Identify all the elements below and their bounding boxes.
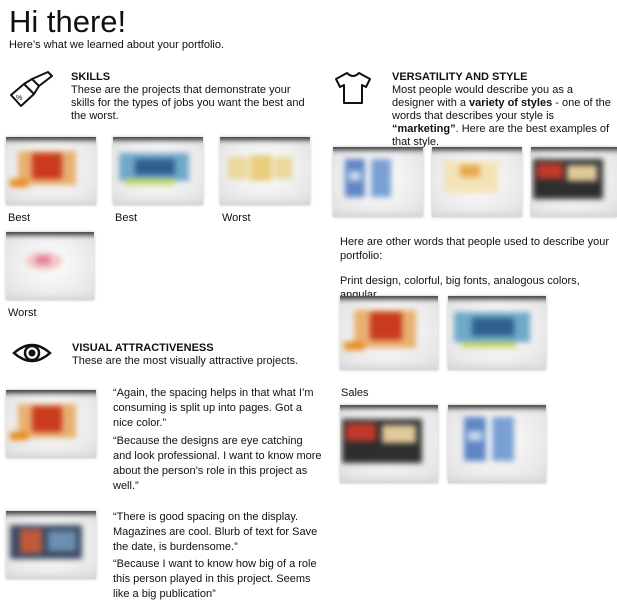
other-words-thumbnail-1[interactable] [340,296,438,370]
visual-quote-1a: “Again, the spacing helps in that what I… [113,387,314,429]
page-subtitle: Here’s what we learned about your portfo… [9,39,225,51]
skills-caption-4: Worst [8,307,37,319]
other-words-intro: Here are other words that people used to… [340,236,610,262]
eye-icon [12,343,52,363]
skills-worst-thumbnail-2[interactable] [6,232,94,300]
skills-caption-3: Worst [222,212,251,224]
page-title: Hi there! [9,4,127,39]
versatility-description: Most people would describe you as a desi… [392,84,611,148]
visual-thumbnail-2[interactable] [6,511,96,579]
style-thumbnail-2[interactable] [432,147,522,217]
visual-quote-2b: “Because I want to know how big of a rol… [113,558,317,600]
paintbrush-icon: % [10,71,53,107]
skills-caption-2: Best [115,212,138,224]
tshirt-icon [335,72,371,104]
versatility-bold-1: variety of styles [469,97,553,109]
skills-best-thumbnail-2[interactable] [113,137,203,205]
sales-label: Sales [341,387,369,399]
versatility-bold-2: “marketing” [392,123,456,135]
visual-quote-2a: “There is good spacing on the display. M… [113,511,318,553]
skills-title: SKILLS [71,71,111,83]
style-thumbnail-1[interactable] [333,147,423,217]
visual-title: VISUAL ATTRACTIVENESS [72,342,214,354]
sales-thumbnail-1[interactable] [340,405,438,483]
skills-caption-1: Best [8,212,31,224]
skills-worst-thumbnail-1[interactable] [220,137,310,205]
skills-description: These are the projects that demonstrate … [71,84,305,122]
visual-description: These are the most visually attractive p… [72,355,299,367]
visual-quote-1b: “Because the designs are eye catching an… [113,435,322,492]
skills-best-thumbnail-1[interactable] [6,137,96,205]
style-thumbnail-3[interactable] [531,147,617,217]
versatility-title: VERSATILITY AND STYLE [392,71,528,83]
visual-thumbnail-1[interactable] [6,390,96,458]
svg-text:%: % [16,95,22,102]
other-words-thumbnail-2[interactable] [448,296,546,370]
sales-thumbnail-2[interactable] [448,405,546,483]
